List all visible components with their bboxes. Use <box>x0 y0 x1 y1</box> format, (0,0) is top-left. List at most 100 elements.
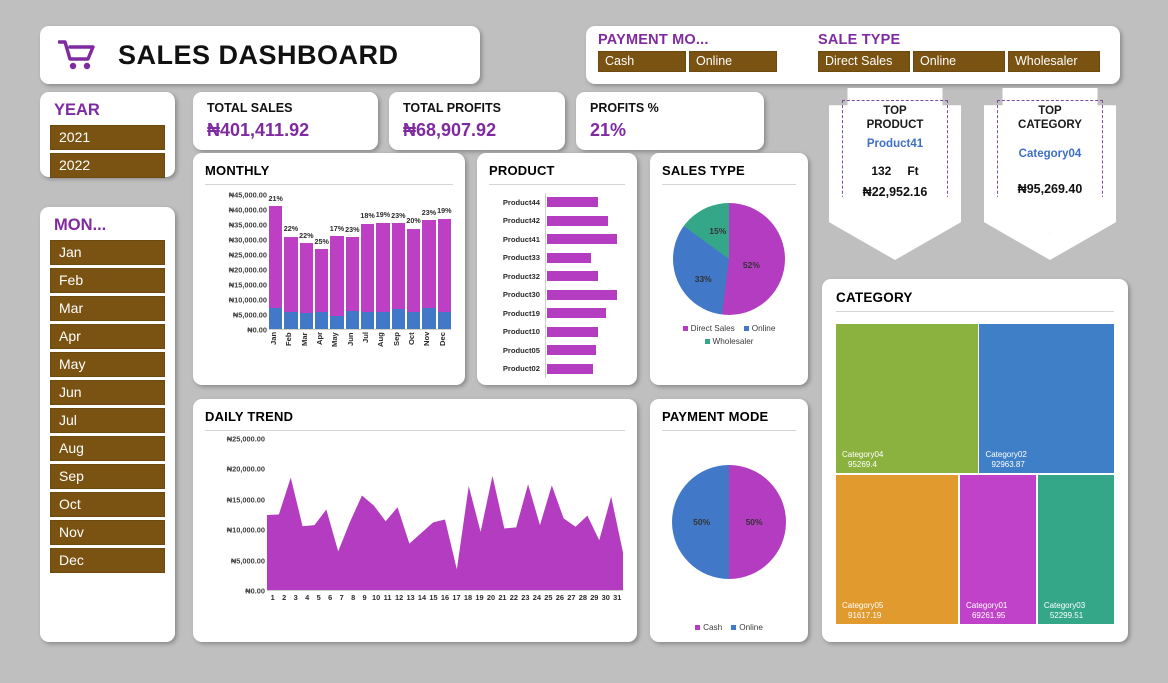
monthly-data-label: 19% <box>437 206 452 216</box>
top-product-qty: 132 <box>871 164 892 178</box>
product-bar-row[interactable]: Product02 <box>489 359 625 378</box>
month-option-mar[interactable]: Mar <box>50 296 165 321</box>
monthly-x-tick: Nov <box>422 332 432 347</box>
product-bar-track <box>545 359 625 378</box>
product-bar-label: Product19 <box>502 308 540 318</box>
product-bar-row[interactable]: Product30 <box>489 285 625 304</box>
year-option-2022[interactable]: 2022 <box>50 153 165 178</box>
monthly-bar-profit <box>314 312 329 329</box>
product-bar-row[interactable]: Product44 <box>489 193 625 212</box>
monthly-bar-sales <box>330 236 344 316</box>
month-slicer-card: MON... Jan Feb Mar Apr May Jun Jul Aug Sep Oct Nov… <box>40 207 175 642</box>
daily-x-tick: 5 <box>316 593 321 602</box>
daily-x-tick: 17 <box>452 593 461 602</box>
month-option-feb[interactable]: Feb <box>50 268 165 293</box>
daily-x-tick: 19 <box>475 593 484 602</box>
monthly-bar[interactable]: 23% <box>391 195 406 329</box>
monthly-bar[interactable]: 22% <box>299 195 314 329</box>
daily-x-tick: 11 <box>383 593 392 602</box>
monthly-bar[interactable]: 18% <box>360 195 375 329</box>
sale-type-option-wholesaler[interactable]: Wholesaler <box>1008 51 1100 72</box>
kpi-total-profits-value: ₦68,907.92 <box>403 120 497 140</box>
daily-x-tick: 14 <box>417 593 427 602</box>
product-bar-row[interactable]: Product42 <box>489 211 625 230</box>
product-bar-row[interactable]: Product33 <box>489 248 625 267</box>
month-option-nov[interactable]: Nov <box>50 520 165 545</box>
monthly-x-tick: Feb <box>284 332 294 346</box>
treemap-cell-label: Category05 <box>842 600 884 610</box>
daily-x-tick: 27 <box>567 593 576 602</box>
category-treemap: Category04 95269.4 Category02 92963.87 Categ… <box>836 324 1114 624</box>
month-option-aug[interactable]: Aug <box>50 436 165 461</box>
month-option-sep[interactable]: Sep <box>50 464 165 489</box>
top-product-unit: Ft <box>907 164 919 178</box>
monthly-bar-profit <box>299 312 313 329</box>
monthly-y-tick: ₦30,000.00 <box>228 235 267 245</box>
month-option-dec[interactable]: Dec <box>50 548 165 573</box>
month-option-jun[interactable]: Jun <box>50 380 165 405</box>
monthly-bar[interactable]: 25% <box>314 195 329 329</box>
treemap-cell[interactable]: Category02 92963.87 <box>979 324 1114 473</box>
legend-item[interactable]: Online <box>743 324 776 333</box>
sales-type-pie: 52% 33% 15% <box>673 203 785 315</box>
monthly-y-tick: ₦40,000.00 <box>228 205 267 215</box>
month-option-apr[interactable]: Apr <box>50 324 165 349</box>
product-bar-row[interactable]: Product19 <box>489 304 625 323</box>
product-bar-track <box>545 193 625 212</box>
treemap-cell[interactable]: Category05 91617.19 <box>836 474 959 624</box>
monthly-bar[interactable]: 19% <box>375 195 391 329</box>
daily-y-tick: ₦15,000.00 <box>226 495 265 505</box>
month-option-jan[interactable]: Jan <box>50 240 165 265</box>
legend-label: Online <box>751 324 776 333</box>
treemap-cell[interactable]: Category01 69261.95 <box>959 474 1037 624</box>
divider <box>836 311 1114 312</box>
daily-trend-series <box>267 475 623 590</box>
monthly-bar[interactable]: 20% <box>406 195 421 329</box>
daily-x-tick: 16 <box>440 593 450 602</box>
monthly-y-tick: ₦20,000.00 <box>228 265 267 275</box>
month-option-oct[interactable]: Oct <box>50 492 165 517</box>
monthly-bar[interactable]: 22% <box>284 195 298 329</box>
monthly-x-tick: Jan <box>269 332 278 346</box>
pie-slice-label: 50% <box>693 517 711 527</box>
treemap-cell-label: Category02 <box>985 449 1027 459</box>
payment-mode-option-online[interactable]: Online <box>689 51 777 72</box>
monthly-bar[interactable]: 23% <box>345 195 359 329</box>
monthly-bar[interactable]: 23% <box>422 195 436 329</box>
monthly-bar[interactable]: 17% <box>330 195 344 329</box>
monthly-bar[interactable]: 19% <box>437 195 452 329</box>
monthly-bar-sales <box>299 242 313 313</box>
month-option-jul[interactable]: Jul <box>50 408 165 433</box>
monthly-data-label: 21% <box>268 193 283 203</box>
legend-item[interactable]: Direct Sales <box>682 324 735 333</box>
legend-item[interactable]: Wholesaler <box>704 337 753 346</box>
product-bar-row[interactable]: Product32 <box>489 267 625 286</box>
month-option-may[interactable]: May <box>50 352 165 377</box>
monthly-x-tick: Aug <box>376 332 386 347</box>
sale-type-option-direct-sales[interactable]: Direct Sales <box>818 51 910 72</box>
year-slicer-card: YEAR 2021 2022 <box>40 92 175 178</box>
product-bar-row[interactable]: Product41 <box>489 230 625 249</box>
sales-type-legend: Direct Sales Online Wholesaler <box>664 324 794 346</box>
monthly-bar[interactable]: 21% <box>268 193 283 329</box>
product-bar-track <box>545 267 625 286</box>
treemap-cell-label: Category04 <box>842 449 884 459</box>
daily-x-tick: 1 <box>270 593 275 602</box>
monthly-y-tick: ₦5,000.00 <box>232 310 267 320</box>
category-treemap-card: CATEGORY Category04 95269.4 Category02 9296… <box>822 279 1128 642</box>
payment-mode-option-cash[interactable]: Cash <box>598 51 686 72</box>
product-bar-row[interactable]: Product05 <box>489 341 625 360</box>
legend-item[interactable]: Online <box>731 623 763 632</box>
legend-item[interactable]: Cash <box>695 623 722 632</box>
monthly-data-label: 19% <box>375 210 391 220</box>
monthly-bar-sales <box>314 249 329 313</box>
dashboard-root: SALES DASHBOARD PAYMENT MO... Cash Onlin… <box>0 0 1168 683</box>
year-option-2021[interactable]: 2021 <box>50 125 165 150</box>
sale-type-option-online[interactable]: Online <box>913 51 1005 72</box>
product-bar-track <box>545 304 625 323</box>
monthly-data-label: 23% <box>391 210 406 220</box>
product-bar-row[interactable]: Product10 <box>489 322 625 341</box>
product-bar-track <box>545 322 625 341</box>
treemap-cell[interactable]: Category04 95269.4 <box>836 324 978 473</box>
treemap-cell[interactable]: Category03 52299.51 <box>1037 474 1114 624</box>
